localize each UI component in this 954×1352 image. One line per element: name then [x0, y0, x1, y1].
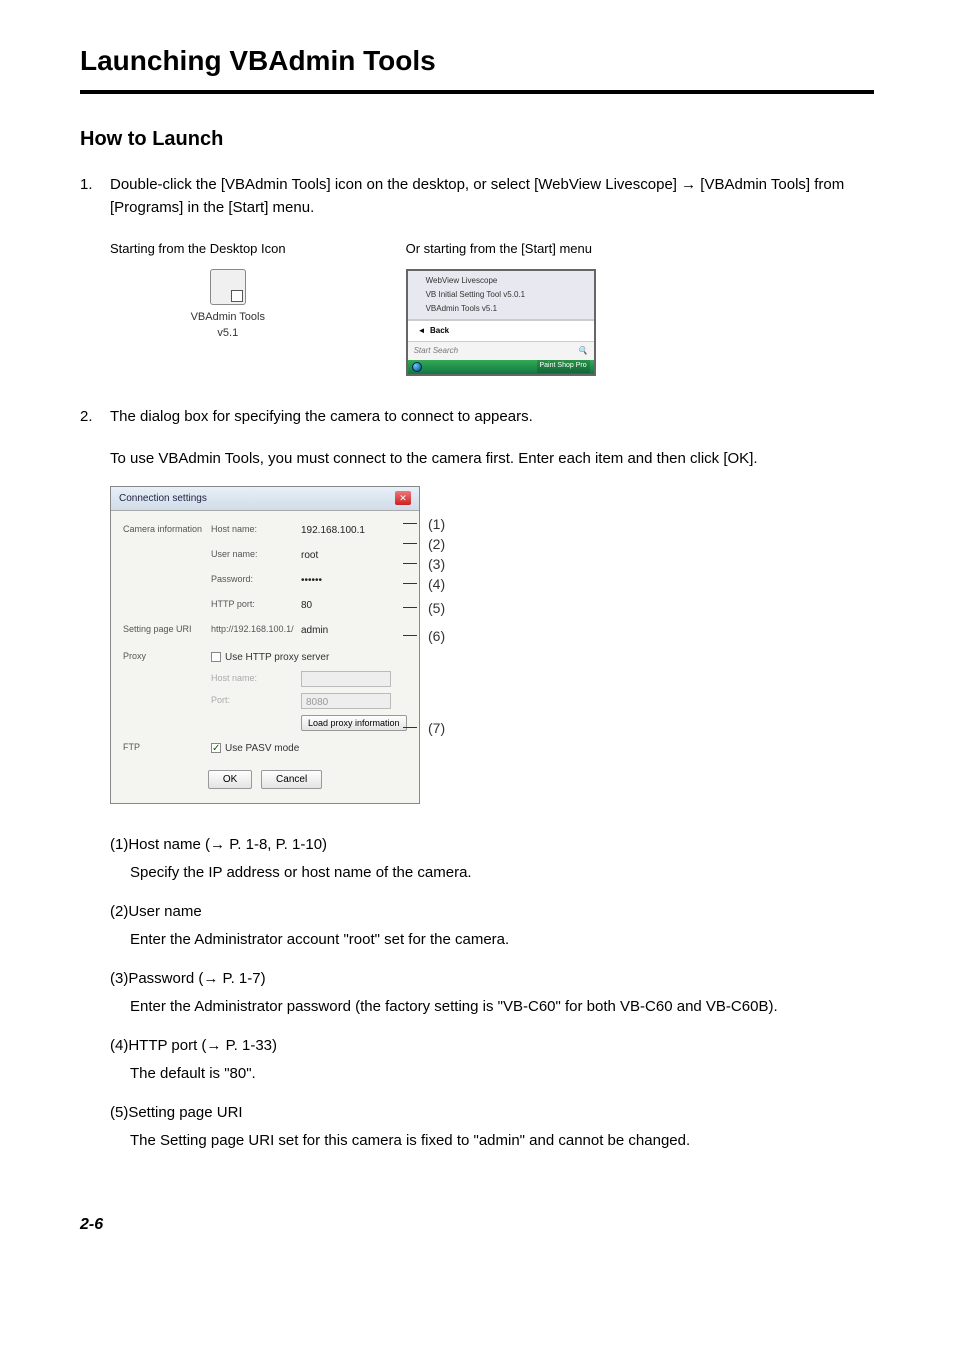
proxy-port-label: Port: — [211, 694, 301, 708]
start-menu-item: VB Initial Setting Tool v5.0.1 — [414, 288, 588, 302]
password-value[interactable]: •••••• — [301, 571, 322, 590]
ftp-section: FTP — [123, 741, 211, 755]
callout-numbers: (1) (2) (3) (4) (5) (6) (7) — [428, 486, 464, 776]
taskbar: Paint Shop Pro — [408, 360, 594, 374]
section-title: How to Launch — [80, 124, 874, 154]
uri-prefix: http://192.168.100.1/ — [211, 623, 301, 637]
icon-row: Starting from the Desktop Icon VBAdmin T… — [110, 239, 874, 376]
start-menu-search: Start Search 🔍 — [408, 342, 594, 360]
start-menu-folder: WebView Livescope — [414, 274, 588, 288]
step-text: Double-click the [VBAdmin Tools] icon on… — [110, 174, 874, 219]
connection-settings-dialog: Connection settings ✕ Camera information… — [110, 486, 420, 804]
start-menu-item: VBAdmin Tools v5.1 — [414, 302, 588, 316]
def-2-body: Enter the Administrator account "root" s… — [130, 929, 874, 952]
desktop-icon-caption: Starting from the Desktop Icon — [110, 239, 286, 259]
proxy-host-label: Host name: — [211, 672, 301, 686]
def-4-body: The default is "80". — [130, 1063, 874, 1086]
def-4-head: (4)HTTP port (→ P. 1-33) — [110, 1035, 874, 1058]
user-name-value[interactable]: root — [301, 546, 318, 565]
cancel-button[interactable]: Cancel — [261, 770, 322, 789]
pasv-checkbox-label: Use PASV mode — [225, 741, 299, 756]
def-3-body: Enter the Administrator password (the fa… — [130, 996, 874, 1019]
callout-1: (1) — [428, 514, 445, 535]
def-2-head: (2)User name — [110, 901, 874, 924]
step-2: 2. The dialog box for specifying the cam… — [80, 406, 874, 429]
step-2-sub: To use VBAdmin Tools, you must connect t… — [110, 448, 874, 471]
proxy-checkbox-label: Use HTTP proxy server — [225, 650, 329, 665]
def-1-head: (1)Host name (→ P. 1-8, P. 1-10) — [110, 834, 874, 857]
setting-page-uri-section: Setting page URI — [123, 623, 211, 637]
start-orb-icon — [412, 362, 422, 372]
password-label: Password: — [211, 573, 301, 587]
callout-7: (7) — [428, 718, 445, 739]
proxy-host-input — [301, 671, 391, 687]
pasv-checkbox[interactable] — [211, 743, 221, 753]
start-menu-back: ◄ Back — [408, 320, 594, 342]
desktop-icon-version: v5.1 — [170, 325, 286, 342]
def-3-head: (3)Password (→ P. 1-7) — [110, 968, 874, 991]
callout-3: (3) — [428, 554, 445, 575]
callout-6: (6) — [428, 626, 445, 647]
title-underline — [80, 90, 874, 94]
def-5-head: (5)Setting page URI — [110, 1102, 874, 1125]
desktop-icon: VBAdmin Tools v5.1 — [170, 269, 286, 342]
host-name-label: Host name: — [211, 523, 301, 537]
step-number: 2. — [80, 406, 110, 429]
step-number: 1. — [80, 174, 110, 219]
def-1-body: Specify the IP address or host name of t… — [130, 862, 874, 885]
vbadmin-tools-icon — [210, 269, 246, 305]
ok-button[interactable]: OK — [208, 770, 252, 789]
taskbar-app: Paint Shop Pro — [537, 360, 590, 373]
step-1: 1. Double-click the [VBAdmin Tools] icon… — [80, 174, 874, 219]
http-port-label: HTTP port: — [211, 598, 301, 612]
callout-2: (2) — [428, 534, 445, 555]
callout-5: (5) — [428, 598, 445, 619]
step-text: The dialog box for specifying the camera… — [110, 406, 874, 429]
start-menu-caption: Or starting from the [Start] menu — [406, 239, 596, 259]
proxy-section: Proxy — [123, 650, 211, 664]
uri-value[interactable]: admin — [301, 621, 328, 640]
search-icon: 🔍 — [578, 345, 588, 357]
definitions: (1)Host name (→ P. 1-8, P. 1-10) Specify… — [110, 834, 874, 1153]
def-5-body: The Setting page URI set for this camera… — [130, 1130, 874, 1153]
desktop-icon-label: VBAdmin Tools — [170, 309, 286, 326]
user-name-label: User name: — [211, 548, 301, 562]
page-title: Launching VBAdmin Tools — [80, 40, 874, 82]
camera-info-section: Camera information — [123, 523, 211, 537]
http-port-value[interactable]: 80 — [301, 596, 312, 615]
proxy-checkbox[interactable] — [211, 652, 221, 662]
page-number: 2-6 — [80, 1213, 874, 1237]
start-menu: WebView Livescope VB Initial Setting Too… — [406, 269, 596, 376]
callout-4: (4) — [428, 574, 445, 595]
close-icon[interactable]: ✕ — [395, 491, 411, 505]
host-name-value[interactable]: 192.168.100.1 — [301, 521, 365, 540]
proxy-port-input: 8080 — [301, 693, 391, 709]
dialog-title: Connection settings — [119, 491, 207, 506]
load-proxy-button[interactable]: Load proxy information — [301, 715, 407, 731]
